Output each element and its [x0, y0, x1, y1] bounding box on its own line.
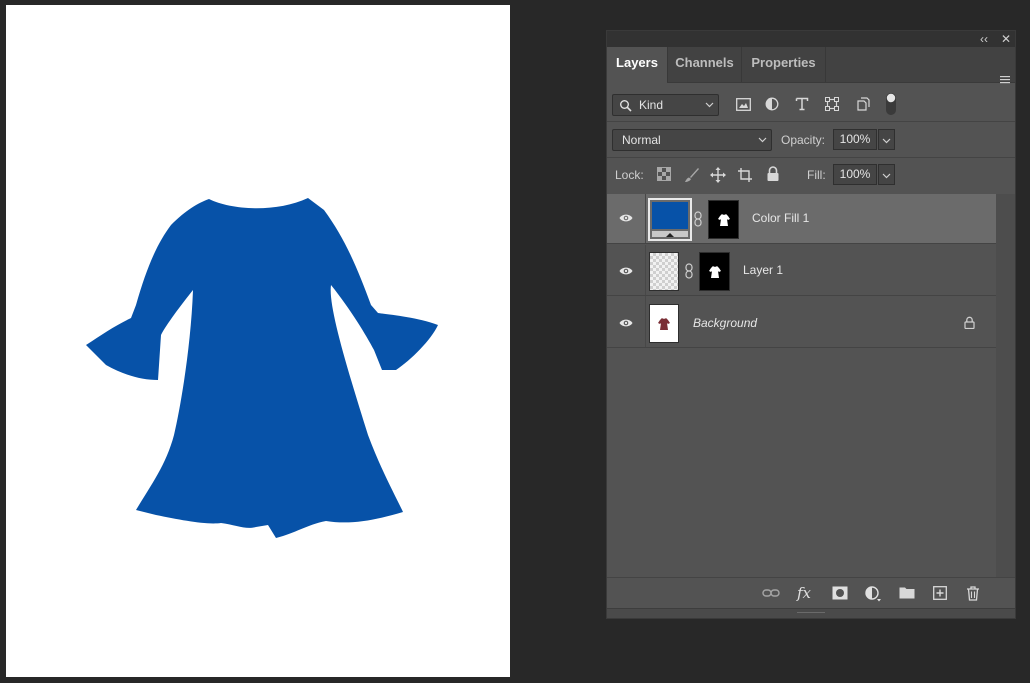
- layer-name[interactable]: Color Fill 1: [752, 211, 809, 225]
- filter-kind-dropdown[interactable]: Kind: [612, 94, 719, 116]
- panel-tabs: Layers Channels Properties: [607, 47, 1015, 86]
- layer-thumbnail-transparent[interactable]: [649, 252, 679, 291]
- chevron-down-icon: [758, 137, 767, 143]
- dress-silhouette: [86, 198, 438, 538]
- fx-icon[interactable]: fx: [797, 584, 811, 602]
- blend-mode-value: Normal: [622, 133, 661, 147]
- visibility-eye-icon[interactable]: [619, 318, 633, 328]
- collapse-panel-button[interactable]: ‹‹: [977, 31, 991, 47]
- chevron-down-icon: [882, 138, 891, 144]
- layers-panel: ‹‹ ✕ Layers Channels Properties Kind Nor…: [606, 30, 1016, 619]
- lock-all-icon[interactable]: [766, 166, 780, 182]
- new-group-icon[interactable]: [899, 586, 915, 599]
- tab-channels[interactable]: Channels: [668, 47, 741, 82]
- image-filter-icon[interactable]: [736, 98, 751, 111]
- adjustment-filter-icon[interactable]: [765, 97, 779, 111]
- chevron-down-icon: [705, 102, 714, 108]
- background-thumbnail[interactable]: [649, 304, 679, 343]
- layer-name[interactable]: Background: [693, 316, 757, 330]
- panel-menu-icon[interactable]: [999, 74, 1011, 86]
- dress-mask-icon: [718, 214, 730, 226]
- opacity-label: Opacity:: [781, 133, 826, 147]
- shape-filter-icon[interactable]: [825, 97, 839, 111]
- lock-position-icon[interactable]: [710, 167, 726, 183]
- link-layers-icon[interactable]: [762, 586, 780, 600]
- grip-dots-icon: [797, 612, 825, 613]
- fill-label: Fill:: [807, 168, 826, 182]
- add-mask-icon[interactable]: [832, 586, 848, 600]
- lock-paint-icon[interactable]: [684, 167, 700, 183]
- layer-row-background[interactable]: Background: [607, 296, 996, 348]
- layer-row-layer-1[interactable]: Layer 1: [607, 245, 996, 296]
- adjustment-layer-icon[interactable]: [865, 586, 881, 602]
- layer-list-scrollbar[interactable]: [996, 194, 1015, 577]
- visibility-eye-icon[interactable]: [619, 213, 633, 223]
- color-fill-thumbnail[interactable]: [648, 198, 692, 241]
- fill-slider-button[interactable]: [878, 164, 895, 185]
- lock-label: Lock:: [615, 168, 644, 182]
- panel-titlebar: ‹‹ ✕: [607, 31, 1015, 47]
- tab-layers[interactable]: Layers: [607, 47, 667, 83]
- layers-footer: fx: [607, 577, 1015, 610]
- close-panel-button[interactable]: ✕: [999, 31, 1013, 47]
- dress-mask-icon: [709, 266, 721, 278]
- chevron-down-icon: [882, 173, 891, 179]
- new-layer-icon[interactable]: [933, 586, 947, 600]
- panel-resize-grip[interactable]: [607, 608, 1015, 618]
- fill-input[interactable]: 100%: [833, 164, 877, 185]
- layer-name[interactable]: Layer 1: [743, 263, 783, 277]
- type-filter-icon[interactable]: [795, 97, 809, 111]
- lock-transparent-icon[interactable]: [657, 167, 671, 181]
- fill-color-swatch: [652, 202, 688, 229]
- filter-kind-label: Kind: [639, 98, 664, 112]
- filter-toggle-icon[interactable]: [885, 93, 897, 115]
- layer-mask-thumbnail[interactable]: [708, 200, 739, 239]
- mask-link-icon[interactable]: [694, 211, 702, 227]
- document-canvas[interactable]: [6, 5, 510, 677]
- triangle-icon: [666, 233, 674, 237]
- visibility-eye-icon[interactable]: [619, 266, 633, 276]
- tab-properties[interactable]: Properties: [742, 47, 825, 82]
- layer-mask-thumbnail[interactable]: [699, 252, 730, 291]
- lock-artboard-icon[interactable]: [737, 167, 753, 183]
- opacity-slider-button[interactable]: [878, 129, 895, 150]
- mask-link-icon[interactable]: [685, 263, 693, 279]
- layer-row-color-fill-1[interactable]: Color Fill 1: [607, 194, 996, 244]
- opacity-input[interactable]: 100%: [833, 129, 877, 150]
- blend-mode-dropdown[interactable]: Normal: [612, 129, 772, 151]
- delete-layer-icon[interactable]: [966, 586, 980, 601]
- layer-lock-icon[interactable]: [964, 316, 975, 329]
- smart-object-filter-icon[interactable]: [856, 97, 870, 111]
- search-icon: [620, 100, 632, 112]
- dress-photo-icon: [658, 318, 670, 330]
